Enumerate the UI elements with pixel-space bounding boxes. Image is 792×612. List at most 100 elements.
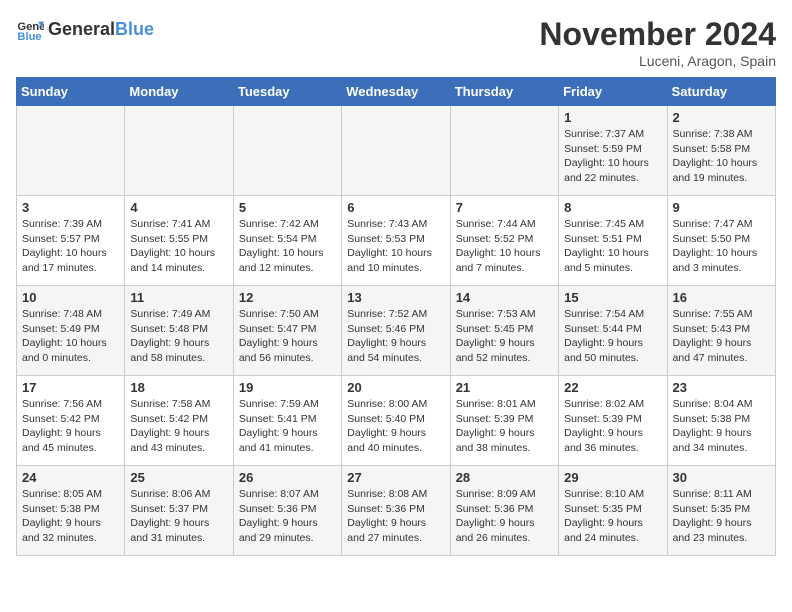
table-row: 13 Sunrise: 7:52 AMSunset: 5:46 PMDayligh… <box>342 286 450 376</box>
day-info: Sunrise: 7:43 AMSunset: 5:53 PMDaylight:… <box>347 217 444 276</box>
day-number: 24 <box>22 470 119 485</box>
table-row: 10Sunrise: 7:48 AMSunset: 5:49 PMDayligh… <box>17 286 125 376</box>
day-number: 7 <box>456 200 553 215</box>
logo-text: GeneralBlue <box>48 20 154 40</box>
day-number: 10 <box>22 290 119 305</box>
day-number: 2 <box>673 110 770 125</box>
day-info: Sunrise: 8:10 AMSunset: 5:35 PMDaylight:… <box>564 487 661 546</box>
table-row: 6Sunrise: 7:43 AMSunset: 5:53 PMDaylight… <box>342 196 450 286</box>
logo-blue: Blue <box>115 19 154 39</box>
day-number: 14 <box>456 290 553 305</box>
day-info: Sunrise: 8:11 AMSunset: 5:35 PMDaylight:… <box>673 487 770 546</box>
table-row: 22 Sunrise: 8:02 AMSunset: 5:39 PMDayligh… <box>559 376 667 466</box>
table-row: 20 Sunrise: 8:00 AMSunset: 5:40 PMDayligh… <box>342 376 450 466</box>
header-tuesday: Tuesday <box>233 78 341 106</box>
table-row: 24 Sunrise: 8:05 AMSunset: 5:38 PMDayligh… <box>17 466 125 556</box>
day-number: 16 <box>673 290 770 305</box>
table-row: 26Sunrise: 8:07 AMSunset: 5:36 PMDayligh… <box>233 466 341 556</box>
table-row: 9 Sunrise: 7:47 AMSunset: 5:50 PMDaylight… <box>667 196 775 286</box>
location: Luceni, Aragon, Spain <box>539 53 776 69</box>
table-row: 30 Sunrise: 8:11 AMSunset: 5:35 PMDayligh… <box>667 466 775 556</box>
table-row <box>125 106 233 196</box>
day-number: 13 <box>347 290 444 305</box>
day-info: Sunrise: 7:39 AMSunset: 5:57 PMDaylight:… <box>22 217 119 276</box>
day-number: 27 <box>347 470 444 485</box>
table-row <box>17 106 125 196</box>
header-saturday: Saturday <box>667 78 775 106</box>
day-number: 29 <box>564 470 661 485</box>
table-row: 25 Sunrise: 8:06 AMSunset: 5:37 PMDayligh… <box>125 466 233 556</box>
day-info: Sunrise: 7:47 AMSunset: 5:50 PMDaylight:… <box>673 217 770 276</box>
day-info: Sunrise: 8:08 AMSunset: 5:36 PMDaylight:… <box>347 487 444 546</box>
day-info: Sunrise: 8:02 AMSunset: 5:39 PMDaylight:… <box>564 397 661 456</box>
day-info: Sunrise: 7:42 AMSunset: 5:54 PMDaylight:… <box>239 217 336 276</box>
table-row: 27 Sunrise: 8:08 AMSunset: 5:36 PMDayligh… <box>342 466 450 556</box>
day-info: Sunrise: 7:50 AMSunset: 5:47 PMDaylight:… <box>239 307 336 366</box>
day-info: Sunrise: 7:55 AMSunset: 5:43 PMDaylight:… <box>673 307 770 366</box>
day-number: 19 <box>239 380 336 395</box>
day-number: 15 <box>564 290 661 305</box>
day-info: Sunrise: 7:52 AMSunset: 5:46 PMDaylight:… <box>347 307 444 366</box>
day-number: 22 <box>564 380 661 395</box>
table-row: 1 Sunrise: 7:37 AMSunset: 5:59 PMDaylight… <box>559 106 667 196</box>
table-row: 7Sunrise: 7:44 AMSunset: 5:52 PMDaylight… <box>450 196 558 286</box>
day-info: Sunrise: 7:45 AMSunset: 5:51 PMDaylight:… <box>564 217 661 276</box>
day-number: 28 <box>456 470 553 485</box>
logo-icon: General Blue <box>16 16 44 44</box>
day-number: 5 <box>239 200 336 215</box>
day-number: 8 <box>564 200 661 215</box>
calendar-table: Sunday Monday Tuesday Wednesday Thursday… <box>16 77 776 556</box>
table-row: 16 Sunrise: 7:55 AMSunset: 5:43 PMDayligh… <box>667 286 775 376</box>
table-row: 5 Sunrise: 7:42 AMSunset: 5:54 PMDaylight… <box>233 196 341 286</box>
day-info: Sunrise: 8:09 AMSunset: 5:36 PMDaylight:… <box>456 487 553 546</box>
header-wednesday: Wednesday <box>342 78 450 106</box>
day-number: 25 <box>130 470 227 485</box>
logo: General Blue GeneralBlue <box>16 16 154 44</box>
day-number: 9 <box>673 200 770 215</box>
svg-text:Blue: Blue <box>17 31 41 43</box>
day-info: Sunrise: 8:05 AMSunset: 5:38 PMDaylight:… <box>22 487 119 546</box>
day-number: 20 <box>347 380 444 395</box>
day-info: Sunrise: 8:04 AMSunset: 5:38 PMDaylight:… <box>673 397 770 456</box>
table-row: 18Sunrise: 7:58 AMSunset: 5:42 PMDayligh… <box>125 376 233 466</box>
day-number: 21 <box>456 380 553 395</box>
calendar-week-row: 3Sunrise: 7:39 AMSunset: 5:57 PMDaylight… <box>17 196 776 286</box>
day-info: Sunrise: 7:37 AMSunset: 5:59 PMDaylight:… <box>564 127 661 186</box>
table-row: 17Sunrise: 7:56 AMSunset: 5:42 PMDayligh… <box>17 376 125 466</box>
day-info: Sunrise: 7:54 AMSunset: 5:44 PMDaylight:… <box>564 307 661 366</box>
month-title: November 2024 <box>539 16 776 53</box>
table-row <box>233 106 341 196</box>
day-number: 23 <box>673 380 770 395</box>
table-row: 3Sunrise: 7:39 AMSunset: 5:57 PMDaylight… <box>17 196 125 286</box>
table-row: 23 Sunrise: 8:04 AMSunset: 5:38 PMDayligh… <box>667 376 775 466</box>
day-info: Sunrise: 7:58 AMSunset: 5:42 PMDaylight:… <box>130 397 227 456</box>
day-number: 12 <box>239 290 336 305</box>
table-row: 28 Sunrise: 8:09 AMSunset: 5:36 PMDayligh… <box>450 466 558 556</box>
logo-general: General <box>48 19 115 39</box>
table-row: 11Sunrise: 7:49 AMSunset: 5:48 PMDayligh… <box>125 286 233 376</box>
table-row: 29 Sunrise: 8:10 AMSunset: 5:35 PMDayligh… <box>559 466 667 556</box>
day-number: 30 <box>673 470 770 485</box>
day-info: Sunrise: 7:56 AMSunset: 5:42 PMDaylight:… <box>22 397 119 456</box>
table-row: 4 Sunrise: 7:41 AMSunset: 5:55 PMDaylight… <box>125 196 233 286</box>
calendar-week-row: 1 Sunrise: 7:37 AMSunset: 5:59 PMDaylight… <box>17 106 776 196</box>
calendar-week-row: 24 Sunrise: 8:05 AMSunset: 5:38 PMDayligh… <box>17 466 776 556</box>
title-block: November 2024 Luceni, Aragon, Spain <box>539 16 776 69</box>
calendar-header-row: Sunday Monday Tuesday Wednesday Thursday… <box>17 78 776 106</box>
day-info: Sunrise: 8:06 AMSunset: 5:37 PMDaylight:… <box>130 487 227 546</box>
calendar-week-row: 10Sunrise: 7:48 AMSunset: 5:49 PMDayligh… <box>17 286 776 376</box>
day-number: 26 <box>239 470 336 485</box>
header-thursday: Thursday <box>450 78 558 106</box>
day-number: 1 <box>564 110 661 125</box>
day-number: 4 <box>130 200 227 215</box>
day-info: Sunrise: 7:41 AMSunset: 5:55 PMDaylight:… <box>130 217 227 276</box>
day-info: Sunrise: 8:00 AMSunset: 5:40 PMDaylight:… <box>347 397 444 456</box>
day-info: Sunrise: 7:49 AMSunset: 5:48 PMDaylight:… <box>130 307 227 366</box>
table-row: 15 Sunrise: 7:54 AMSunset: 5:44 PMDayligh… <box>559 286 667 376</box>
day-info: Sunrise: 8:01 AMSunset: 5:39 PMDaylight:… <box>456 397 553 456</box>
table-row: 14Sunrise: 7:53 AMSunset: 5:45 PMDayligh… <box>450 286 558 376</box>
day-info: Sunrise: 7:59 AMSunset: 5:41 PMDaylight:… <box>239 397 336 456</box>
header-friday: Friday <box>559 78 667 106</box>
table-row <box>342 106 450 196</box>
page-header: General Blue GeneralBlue November 2024 L… <box>16 16 776 69</box>
